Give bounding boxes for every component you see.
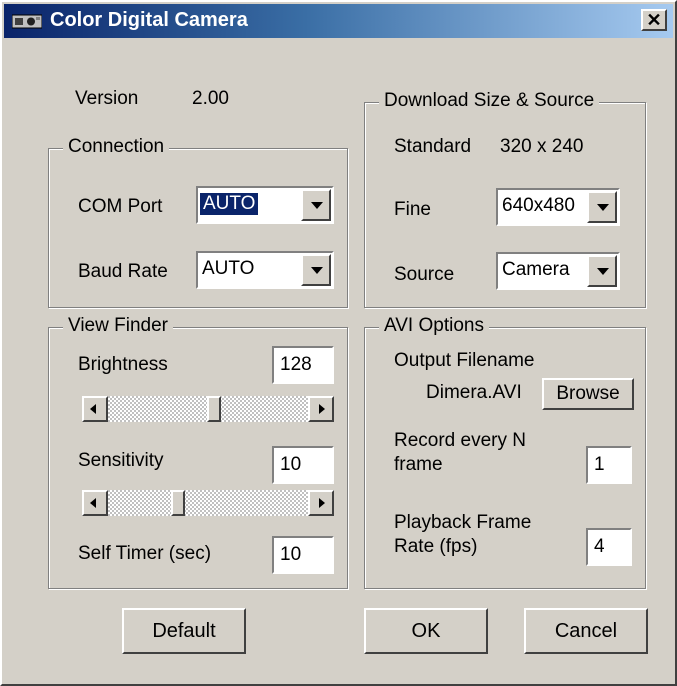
playback-rate-label-line2: Rate (fps) <box>394 536 478 557</box>
chevron-down-icon[interactable] <box>301 254 331 286</box>
browse-button[interactable]: Browse <box>542 378 634 410</box>
brightness-input[interactable]: 128 <box>272 346 334 384</box>
close-button[interactable]: ✕ <box>641 9 667 31</box>
chevron-down-icon[interactable] <box>587 255 617 287</box>
brightness-slider[interactable] <box>82 396 334 422</box>
cancel-button[interactable]: Cancel <box>524 608 648 654</box>
record-every-n-label-line1: Record every N <box>394 430 526 451</box>
self-timer-input[interactable]: 10 <box>272 536 334 574</box>
self-timer-label: Self Timer (sec) <box>78 543 212 564</box>
scroll-right-icon[interactable] <box>308 396 334 422</box>
scroll-right-icon[interactable] <box>308 490 334 516</box>
fine-select[interactable]: 640x480 <box>496 188 620 226</box>
download-group-title: Download Size & Source <box>379 90 600 112</box>
scroll-left-icon[interactable] <box>82 490 108 516</box>
view-finder-group-title: View Finder <box>63 315 173 337</box>
sensitivity-label: Sensitivity <box>78 450 164 471</box>
sensitivity-slider-thumb[interactable] <box>171 490 186 516</box>
connection-group-title: Connection <box>63 136 170 158</box>
title-bar[interactable]: Color Digital Camera ✕ <box>4 4 673 38</box>
default-button[interactable]: Default <box>122 608 246 654</box>
com-port-value: AUTO <box>200 193 259 215</box>
com-port-label: COM Port <box>78 196 163 217</box>
record-every-n-input[interactable]: 1 <box>586 446 632 484</box>
ok-button[interactable]: OK <box>364 608 488 654</box>
baud-rate-select[interactable]: AUTO <box>196 251 334 289</box>
camera-dialog: Color Digital Camera ✕ Version 2.00 Conn… <box>0 0 677 686</box>
camera-icon <box>12 14 42 29</box>
scroll-left-icon[interactable] <box>82 396 108 422</box>
close-icon: ✕ <box>646 10 662 30</box>
version-label: Version <box>75 88 139 109</box>
fine-label: Fine <box>394 199 431 220</box>
brightness-slider-thumb[interactable] <box>206 396 221 422</box>
sensitivity-slider[interactable] <box>82 490 334 516</box>
version-value: 2.00 <box>192 88 229 109</box>
baud-rate-value: AUTO <box>202 258 255 279</box>
output-filename-value: Dimera.AVI <box>426 382 522 403</box>
com-port-select[interactable]: AUTO <box>196 186 334 224</box>
window-title: Color Digital Camera <box>50 9 248 31</box>
playback-rate-label-line1: Playback Frame <box>394 512 532 533</box>
baud-rate-label: Baud Rate <box>78 261 168 282</box>
source-label: Source <box>394 264 455 285</box>
standard-label: Standard <box>394 136 472 157</box>
brightness-label: Brightness <box>78 354 168 375</box>
chevron-down-icon[interactable] <box>587 191 617 223</box>
playback-rate-input[interactable]: 4 <box>586 528 632 566</box>
standard-value: 320 x 240 <box>500 136 584 157</box>
avi-options-group-title: AVI Options <box>379 315 489 337</box>
sensitivity-input[interactable]: 10 <box>272 446 334 484</box>
chevron-down-icon[interactable] <box>301 189 331 221</box>
source-select[interactable]: Camera <box>496 252 620 290</box>
output-filename-label: Output Filename <box>394 350 535 371</box>
record-every-n-label-line2: frame <box>394 454 443 475</box>
source-value: Camera <box>502 259 570 280</box>
fine-value: 640x480 <box>502 195 575 216</box>
